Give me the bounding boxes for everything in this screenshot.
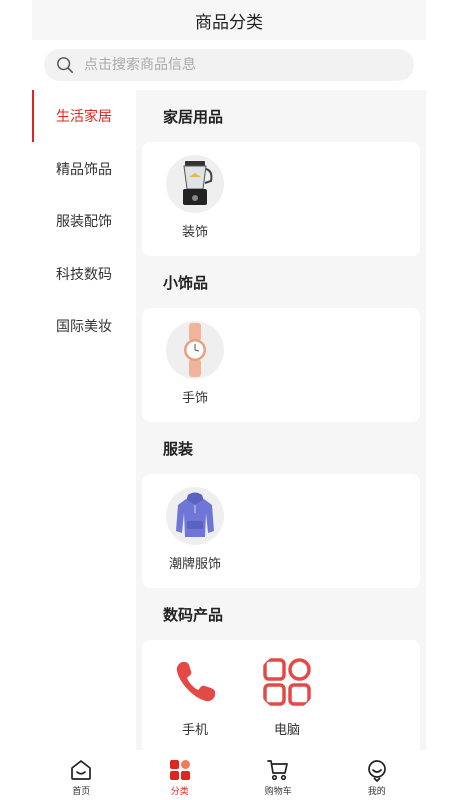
- app-frame: 商品分类 生活家居 精品饰品 服装配饰 科技数码 国际美妆 家居用品: [32, 0, 426, 800]
- category-item-decoration[interactable]: 装饰: [149, 142, 241, 256]
- category-item-streetwear[interactable]: 潮牌服饰: [149, 474, 241, 588]
- sidebar-item-label: 科技数码: [56, 266, 112, 283]
- category-card: 手饰: [142, 308, 420, 422]
- tab-label: 我的: [367, 787, 386, 797]
- section-title: 小饰品: [163, 273, 209, 292]
- category-item-computers[interactable]: 电脑: [241, 640, 333, 750]
- category-sidebar: 生活家居 精品饰品 服装配饰 科技数码 国际美妆: [32, 90, 136, 750]
- sidebar-item-label: 精品饰品: [56, 161, 112, 178]
- search-input[interactable]: [84, 57, 384, 73]
- tab-category[interactable]: 分类: [131, 750, 230, 800]
- blender-image: [166, 155, 224, 213]
- category-card: 潮牌服饰: [142, 474, 420, 588]
- category-label: 电脑: [273, 723, 300, 738]
- search-icon: [57, 57, 74, 74]
- category-label: 潮牌服饰: [168, 557, 221, 572]
- tab-label: 分类: [170, 787, 189, 797]
- page-title: 商品分类: [195, 12, 263, 33]
- section-title: 家居用品: [163, 107, 224, 126]
- search-box[interactable]: [44, 49, 414, 81]
- section-title: 数码产品: [163, 605, 224, 624]
- search-bar: [32, 40, 426, 90]
- sidebar-item-label: 生活家居: [56, 109, 112, 126]
- category-item-wrist-accessories[interactable]: 手饰: [149, 308, 241, 422]
- home-icon: [71, 760, 92, 780]
- category-card: 装饰: [142, 142, 420, 256]
- category-content: 家居用品 装饰 小饰品 手饰 服装 潮牌服饰 数码产品 手机 电脑: [136, 90, 426, 750]
- bottom-tabbar: 首页 分类 购物车 我的: [32, 750, 426, 800]
- category-label: 手饰: [181, 391, 208, 406]
- category-label: 手机: [181, 723, 208, 738]
- sidebar-item-tech[interactable]: 科技数码: [32, 248, 136, 301]
- category-icon: [169, 760, 190, 780]
- main-body: 生活家居 精品饰品 服装配饰 科技数码 国际美妆 家居用品 装饰 小饰品 手饰 …: [32, 90, 426, 750]
- grid-icon: [258, 653, 316, 711]
- watch-image: [166, 321, 224, 379]
- phone-icon: [166, 653, 224, 711]
- category-label: 装饰: [181, 225, 208, 240]
- tab-profile[interactable]: 我的: [328, 750, 427, 800]
- tab-label: 首页: [72, 787, 91, 797]
- header: 商品分类: [32, 0, 426, 40]
- category-card: 手机 电脑: [142, 640, 420, 750]
- sidebar-item-home-living[interactable]: 生活家居: [32, 90, 136, 143]
- sidebar-item-apparel[interactable]: 服装配饰: [32, 195, 136, 248]
- tab-home[interactable]: 首页: [32, 750, 131, 800]
- category-item-phones[interactable]: 手机: [149, 640, 241, 750]
- sidebar-item-beauty[interactable]: 国际美妆: [32, 300, 136, 353]
- sidebar-item-label: 服装配饰: [56, 214, 112, 231]
- profile-icon: [367, 760, 386, 782]
- hoodie-image: [166, 487, 224, 545]
- section-title: 服装: [163, 439, 194, 458]
- sidebar-item-label: 国际美妆: [56, 319, 112, 336]
- sidebar-item-accessories[interactable]: 精品饰品: [32, 143, 136, 196]
- cart-icon: [267, 760, 289, 781]
- tab-cart[interactable]: 购物车: [229, 750, 328, 800]
- tab-label: 购物车: [264, 787, 292, 797]
